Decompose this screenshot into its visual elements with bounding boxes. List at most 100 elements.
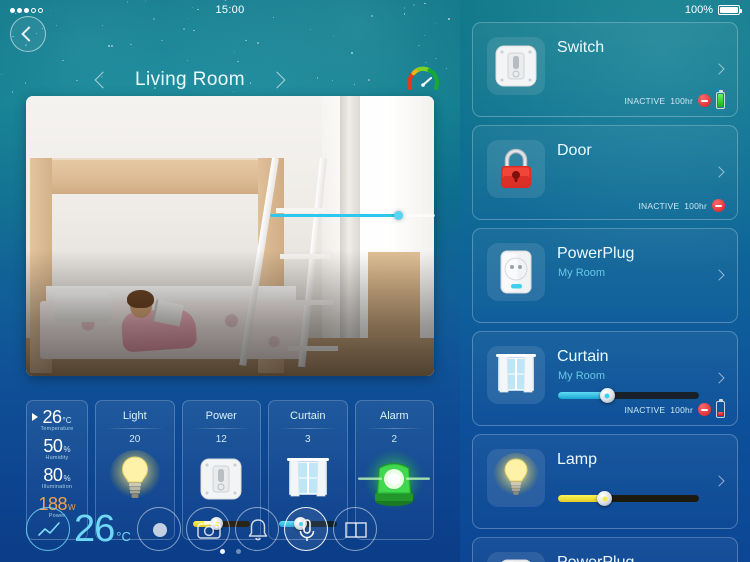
sensor-value: 50 xyxy=(43,436,63,456)
camera-feed-card[interactable] xyxy=(26,96,434,376)
battery-percent-label: 100% xyxy=(684,4,713,16)
bell-icon[interactable] xyxy=(234,507,279,551)
sensor-temperature: 26°C Temperature xyxy=(31,407,83,432)
page-title: Living Room xyxy=(134,69,245,90)
sensor-label: Illumination xyxy=(41,484,73,490)
smart-home-app: 15:00 Living Room 26 °C 26°C Temperature… xyxy=(0,0,750,562)
widget-count: 2 xyxy=(391,434,398,445)
device-name: Curtain xyxy=(557,348,609,365)
device-name: PowerPlug xyxy=(557,554,634,562)
chevron-left-icon xyxy=(21,26,38,42)
divider xyxy=(192,428,250,429)
prev-room-button[interactable] xyxy=(94,71,112,89)
widget-title: Alarm xyxy=(379,410,409,422)
device-runtime: 100hr xyxy=(670,404,693,415)
device-level-slider[interactable] xyxy=(558,388,699,403)
camera-overlay-gradient xyxy=(26,96,434,376)
chart-icon[interactable] xyxy=(26,507,70,551)
page-indicator xyxy=(26,549,434,554)
camera-temperature-readout: 26 °C xyxy=(74,508,131,551)
device-subtitle: My Room xyxy=(558,267,606,279)
speedometer-icon[interactable] xyxy=(404,62,442,100)
chevron-right-icon[interactable] xyxy=(713,166,725,178)
curtain-icon xyxy=(487,346,545,404)
device-list: Switch INACTIVE 100hr Door INACTIVE 100hr Po… xyxy=(472,22,738,562)
widget-title: Light xyxy=(122,410,147,422)
status-bar-left: 15:00 xyxy=(0,0,460,20)
device-status-group: INACTIVE 100hr xyxy=(624,401,725,418)
temperature-value: 26 xyxy=(74,507,115,550)
device-status-group: INACTIVE 100hr xyxy=(624,92,725,109)
chevron-right-icon[interactable] xyxy=(713,475,725,487)
sensor-label: Temperature xyxy=(40,426,74,432)
inactive-indicator-icon xyxy=(698,403,711,416)
slider-handle[interactable] xyxy=(394,211,404,220)
microphone-icon[interactable] xyxy=(283,507,328,551)
sensor-label: Humidity xyxy=(45,455,69,461)
device-status-text: INACTIVE xyxy=(624,95,666,106)
sensor-humidity: 50% Humidity xyxy=(31,436,83,461)
sensor-unit: % xyxy=(63,474,71,483)
device-status-text: INACTIVE xyxy=(624,404,666,415)
split-view-icon[interactable] xyxy=(332,507,377,551)
chevron-right-icon[interactable] xyxy=(713,63,725,75)
device-status-group: INACTIVE 100hr xyxy=(638,199,725,212)
camera-icon[interactable] xyxy=(185,507,230,551)
divider xyxy=(279,428,337,429)
device-card-powerplug[interactable]: PowerPlug xyxy=(472,537,738,562)
switch-icon xyxy=(487,37,545,95)
widget-title: Curtain xyxy=(290,410,326,422)
device-name: Switch xyxy=(557,39,605,56)
sensor-unit: °C xyxy=(62,416,72,425)
device-card-switch[interactable]: Switch INACTIVE 100hr xyxy=(472,22,738,117)
slider-handle[interactable] xyxy=(599,388,615,403)
divider xyxy=(365,428,423,429)
sensor-value: 26 xyxy=(42,407,62,427)
inactive-indicator-icon xyxy=(712,199,725,212)
status-bar-right: 100% xyxy=(684,0,742,20)
slider-handle[interactable] xyxy=(597,491,613,506)
page-dot[interactable] xyxy=(219,549,225,554)
next-room-button[interactable] xyxy=(268,71,286,89)
power-plug-icon xyxy=(487,243,545,301)
device-card-door[interactable]: Door INACTIVE 100hr xyxy=(472,125,738,220)
page-dot[interactable] xyxy=(235,549,241,554)
device-card-lamp[interactable]: Lamp xyxy=(472,434,738,529)
device-name: PowerPlug xyxy=(557,245,635,262)
room-selector: Living Room xyxy=(0,62,380,98)
device-list-pane: 100% Switch INACTIVE 100hr Door INACTIVE 100… xyxy=(460,0,750,562)
battery-icon xyxy=(716,92,725,109)
chevron-right-icon[interactable] xyxy=(713,269,725,281)
widget-count: 20 xyxy=(129,434,141,445)
sensor-value: 80 xyxy=(43,465,63,485)
device-status-text: INACTIVE xyxy=(638,200,680,211)
battery-icon xyxy=(716,401,725,418)
widget-count: 3 xyxy=(304,434,311,445)
widget-title: Power xyxy=(205,410,237,422)
room-detail-pane: 15:00 Living Room 26 °C 26°C Temperature… xyxy=(0,0,460,562)
device-level-slider[interactable] xyxy=(558,491,699,506)
divider xyxy=(106,428,164,429)
device-runtime: 100hr xyxy=(684,200,707,211)
device-subtitle: My Room xyxy=(558,370,606,382)
sensor-illumination: 80% Illumination xyxy=(31,465,83,490)
sensor-unit: % xyxy=(63,445,71,454)
camera-brightness-slider[interactable] xyxy=(270,211,435,221)
device-name: Lamp xyxy=(557,451,598,468)
power-plug-icon xyxy=(487,552,545,562)
battery-icon xyxy=(718,5,742,15)
record-icon[interactable] xyxy=(136,507,181,551)
inactive-indicator-icon xyxy=(698,94,711,107)
chevron-right-icon[interactable] xyxy=(713,372,725,384)
triangle-marker-icon xyxy=(32,413,38,421)
clock-label: 15:00 xyxy=(215,4,245,16)
temperature-unit: °C xyxy=(116,528,131,544)
device-card-powerplug[interactable]: PowerPlug My Room xyxy=(472,228,738,323)
widget-count: 12 xyxy=(215,434,227,445)
back-button[interactable] xyxy=(10,16,46,52)
device-name: Door xyxy=(557,142,592,159)
lightbulb-icon xyxy=(487,449,545,507)
device-runtime: 100hr xyxy=(670,95,693,106)
slider-fill xyxy=(270,214,399,217)
device-card-curtain[interactable]: Curtain My Room INACTIVE 100hr xyxy=(472,331,738,426)
